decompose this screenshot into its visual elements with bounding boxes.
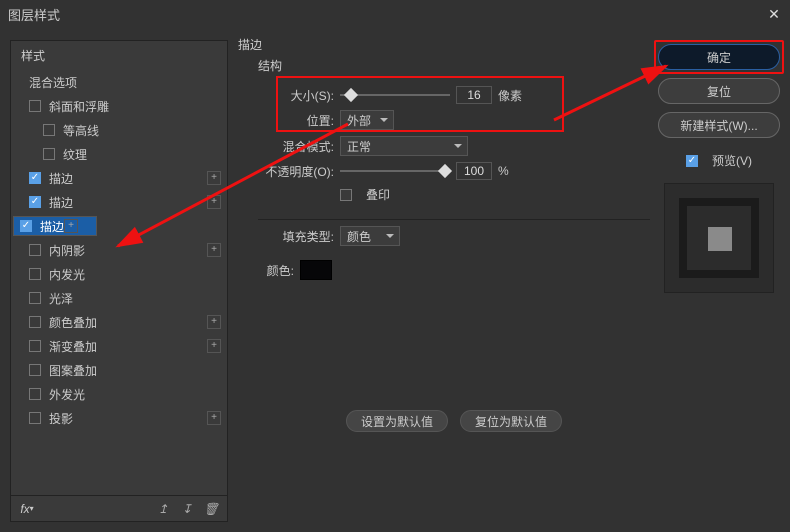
blend-mode-select[interactable]: 正常 <box>340 136 468 156</box>
window-title: 图层样式 <box>8 5 60 24</box>
checkbox-icon[interactable] <box>29 196 41 208</box>
sidebar-item-inner-glow[interactable]: 内发光 <box>11 262 227 286</box>
fill-type-select[interactable]: 颜色 <box>340 226 400 246</box>
sidebar-item-contour[interactable]: 等高线 <box>11 118 227 142</box>
set-default-button[interactable]: 设置为默认值 <box>346 410 448 432</box>
opacity-input[interactable] <box>456 162 492 180</box>
add-effect-icon[interactable]: + <box>207 339 221 353</box>
checkbox-icon[interactable] <box>29 340 41 352</box>
checkbox-icon[interactable] <box>20 220 32 232</box>
reset-default-button[interactable]: 复位为默认值 <box>460 410 562 432</box>
checkbox-icon[interactable] <box>29 316 41 328</box>
sidebar-item-pattern-overlay[interactable]: 图案叠加 <box>11 358 227 382</box>
opacity-slider[interactable] <box>340 164 450 178</box>
dialog-buttons: 确定 复位 新建样式(W)... 预览(V) <box>658 44 780 293</box>
sidebar-item-bevel[interactable]: 斜面和浮雕 <box>11 94 227 118</box>
fx-menu-icon[interactable]: fx▾ <box>19 501 35 517</box>
size-unit: 像素 <box>498 87 522 104</box>
move-up-icon[interactable]: ↥ <box>155 501 171 517</box>
checkbox-icon[interactable] <box>29 100 41 112</box>
checkbox-icon[interactable] <box>29 388 41 400</box>
panel-title: 描边 <box>238 36 654 53</box>
effect-preview <box>664 183 774 293</box>
close-icon[interactable]: ✕ <box>764 4 784 24</box>
blend-label: 混合模式: <box>258 138 334 155</box>
overprint-checkbox[interactable] <box>340 189 352 201</box>
position-label: 位置: <box>258 112 334 129</box>
struct-title: 结构 <box>258 57 650 74</box>
ok-button[interactable]: 确定 <box>658 44 780 70</box>
sidebar-item-stroke-3[interactable]: 描边 + <box>13 216 97 236</box>
position-select[interactable]: 外部 <box>340 110 394 130</box>
checkbox-icon[interactable] <box>43 148 55 160</box>
sidebar-item-drop-shadow[interactable]: 投影 + <box>11 406 227 430</box>
color-swatch[interactable] <box>300 260 332 280</box>
preview-toggle[interactable]: 预览(V) <box>658 152 780 169</box>
checkbox-icon[interactable] <box>29 172 41 184</box>
fill-type-label: 填充类型: <box>258 228 334 245</box>
add-effect-icon[interactable]: + <box>207 195 221 209</box>
checkbox-icon[interactable] <box>29 292 41 304</box>
size-label: 大小(S): <box>258 87 334 104</box>
color-label: 颜色: <box>258 262 294 279</box>
overprint-label: 叠印 <box>366 186 390 203</box>
add-effect-icon[interactable]: + <box>207 243 221 257</box>
add-effect-icon[interactable]: + <box>207 171 221 185</box>
title-bar: 图层样式 ✕ <box>0 0 790 28</box>
preview-label: 预览(V) <box>712 152 752 169</box>
opacity-label: 不透明度(O): <box>258 163 334 180</box>
sidebar-item-outer-glow[interactable]: 外发光 <box>11 382 227 406</box>
add-effect-icon[interactable]: + <box>207 315 221 329</box>
checkbox-icon[interactable] <box>29 412 41 424</box>
sidebar-header: 样式 <box>11 41 227 70</box>
sidebar-item-inner-shadow[interactable]: 内阴影 + <box>11 238 227 262</box>
size-input[interactable] <box>456 86 492 104</box>
checkbox-icon[interactable] <box>43 124 55 136</box>
checkbox-icon[interactable] <box>29 364 41 376</box>
chevron-down-icon <box>386 234 394 242</box>
add-effect-icon[interactable]: + <box>207 411 221 425</box>
sidebar-footer: fx▾ ↥ ↧ 🗑 <box>11 495 227 521</box>
sidebar-item-texture[interactable]: 纹理 <box>11 142 227 166</box>
reset-button[interactable]: 复位 <box>658 78 780 104</box>
checkbox-icon[interactable] <box>29 268 41 280</box>
sidebar-item-gradient-overlay[interactable]: 渐变叠加 + <box>11 334 227 358</box>
sidebar-item-blend-options[interactable]: 混合选项 <box>11 70 227 94</box>
new-style-button[interactable]: 新建样式(W)... <box>658 112 780 138</box>
opacity-unit: % <box>498 164 509 178</box>
styles-sidebar: 样式 混合选项 斜面和浮雕 等高线 纹理 描边 + 描边 + 描边 <box>10 40 228 522</box>
sidebar-item-satin[interactable]: 光泽 <box>11 286 227 310</box>
add-effect-icon[interactable]: + <box>64 219 78 233</box>
sidebar-item-stroke-2[interactable]: 描边 + <box>11 190 227 214</box>
sidebar-item-stroke-1[interactable]: 描边 + <box>11 166 227 190</box>
trash-icon[interactable]: 🗑 <box>203 501 219 517</box>
settings-panel: 描边 结构 大小(S): 像素 位置: 外部 <box>238 36 654 522</box>
chevron-down-icon <box>454 144 462 152</box>
size-slider[interactable] <box>340 88 450 102</box>
checkbox-icon[interactable] <box>686 155 698 167</box>
move-down-icon[interactable]: ↧ <box>179 501 195 517</box>
chevron-down-icon <box>380 118 388 126</box>
checkbox-icon[interactable] <box>29 244 41 256</box>
sidebar-item-color-overlay[interactable]: 颜色叠加 + <box>11 310 227 334</box>
